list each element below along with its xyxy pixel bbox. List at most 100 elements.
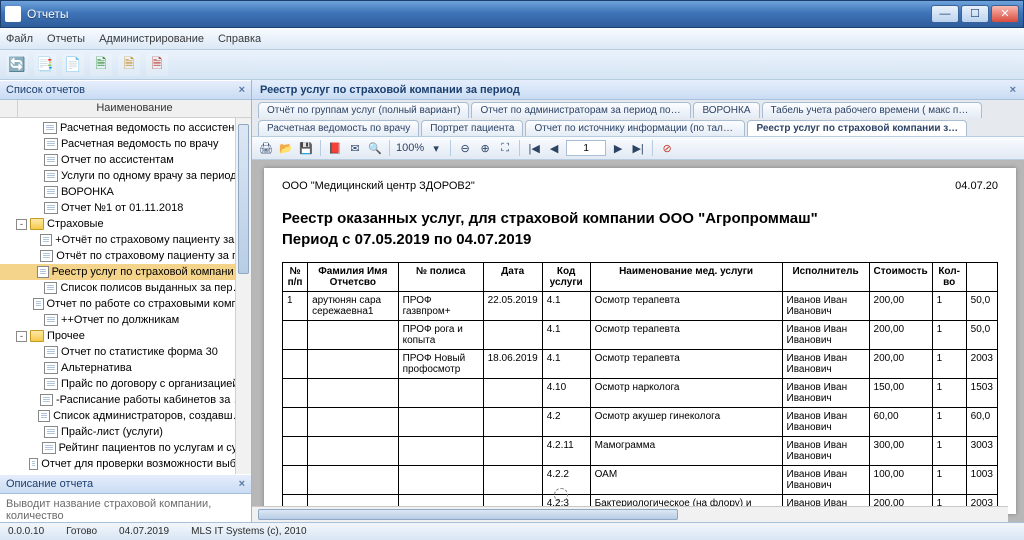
tree-node[interactable]: ++Отчет по должникам [0, 312, 251, 328]
menu-admin[interactable]: Администрирование [99, 33, 204, 45]
refresh-icon[interactable]: 🔄 [6, 54, 28, 76]
expand-icon [27, 235, 37, 246]
save-icon[interactable]: 💾 [298, 140, 314, 156]
menu-help[interactable]: Справка [218, 33, 261, 45]
tree-node[interactable]: Отчет по ассистентам [0, 152, 251, 168]
close-button[interactable]: ✕ [991, 5, 1019, 23]
document-icon [44, 186, 58, 198]
tree-node-label: Страховые [47, 218, 104, 230]
report-tree[interactable]: Расчетная ведомость по ассистентам Расчет… [0, 118, 251, 474]
zoom-in-icon[interactable]: ⊕ [477, 140, 493, 156]
tree-node[interactable]: - Страховые [0, 216, 251, 232]
tree-node-label: Отчет №1 от 01.11.2018 [61, 202, 183, 214]
zoom-dropdown-icon[interactable]: ▾ [428, 140, 444, 156]
print-icon[interactable]: 🖨 [258, 140, 274, 156]
table-row: 4.2.2ОАМИванов Иван Иванович100,0011003 [283, 466, 998, 495]
tree-node[interactable]: Реестр услуг по страховой компании за пе… [0, 264, 251, 280]
menu-file[interactable]: Файл [6, 33, 33, 45]
tree-col-name[interactable]: Наименование [18, 100, 251, 117]
prev-page-icon[interactable]: ◀ [546, 140, 562, 156]
table-cell [308, 350, 398, 379]
last-page-icon[interactable]: ▶| [630, 140, 646, 156]
expand-icon [22, 299, 30, 310]
tree-node[interactable]: +Отчёт по страховому пациенту за период [0, 232, 251, 248]
table-cell [308, 437, 398, 466]
horizontal-scrollbar[interactable] [252, 506, 1008, 522]
minimize-button[interactable]: — [931, 5, 959, 23]
tree-node[interactable]: -Расписание работы кабинетов за период [0, 392, 251, 408]
tab[interactable]: Расчетная ведомость по врачу [258, 120, 419, 136]
table-cell: 4.1 [542, 350, 590, 379]
table-header: Код услуги [542, 263, 590, 292]
table-cell: 200,00 [869, 292, 932, 321]
tree-node[interactable]: ВОРОНКА [0, 184, 251, 200]
export-pdf-icon[interactable]: 📕 [327, 140, 343, 156]
tree-node[interactable]: -Прочее [0, 328, 251, 344]
tree-node[interactable]: Отчет по статистике форма 30 [0, 344, 251, 360]
page-input[interactable] [566, 140, 606, 156]
close-preview-icon[interactable]: ⊘ [659, 140, 675, 156]
expand-icon [30, 155, 41, 166]
document-icon [40, 234, 53, 246]
table-cell [283, 466, 308, 495]
sidebar-close-icon[interactable]: × [239, 80, 245, 100]
tree-node[interactable]: Прайс по договору с организацией [0, 376, 251, 392]
tree-scrollbar[interactable] [235, 118, 251, 474]
run-report-icon[interactable]: 📑 [34, 54, 56, 76]
edit-report-icon[interactable]: 🗎 [118, 54, 140, 76]
status-copyright: MLS IT Systems (c), 2010 [191, 526, 306, 537]
tree-node[interactable]: Отчёт по страховому пациенту за период [0, 248, 251, 264]
tree-node[interactable]: Список врачей учреждения [0, 472, 251, 474]
tree-node[interactable]: Расчетная ведомость по врачу [0, 136, 251, 152]
tab[interactable]: Реестр услуг по страховой компании за пе… [747, 120, 967, 136]
tab[interactable]: Отчёт по группам услуг (полный вариант) [258, 102, 469, 118]
menu-reports[interactable]: Отчеты [47, 33, 85, 45]
tree-node[interactable]: Отчет №1 от 01.11.2018 [0, 200, 251, 216]
tree-node-label: Рейтинг пациентов по услугам и сумме [59, 442, 249, 454]
mail-icon[interactable]: ✉ [347, 140, 363, 156]
expand-icon[interactable]: - [16, 331, 27, 342]
tree-node[interactable]: Прайс-лист (услуги) [0, 424, 251, 440]
tree-node-label: Список администраторов, создавших талоны [53, 410, 249, 422]
tab[interactable]: Отчет по источнику информации (по талона… [525, 120, 745, 136]
document-close-icon[interactable]: × [1010, 80, 1016, 99]
tree-node[interactable]: Расчетная ведомость по ассистентам [0, 120, 251, 136]
tree-node[interactable]: Отчет для проверки возможности выбора ис… [0, 456, 251, 472]
next-page-icon[interactable]: ▶ [610, 140, 626, 156]
tree-node[interactable]: Услуги по одному врачу за период [0, 168, 251, 184]
tree-node[interactable]: Отчет по работе со страховыми компаниями… [0, 296, 251, 312]
tree-node[interactable]: Рейтинг пациентов по услугам и сумме [0, 440, 251, 456]
fullscreen-icon[interactable]: ⛶ [497, 140, 513, 156]
table-cell: 18.06.2019 [483, 350, 542, 379]
tree-node-label: Альтернатива [61, 362, 132, 374]
status-version: 0.0.0.10 [8, 526, 44, 537]
table-cell: 4.1 [542, 292, 590, 321]
expand-icon [30, 347, 41, 358]
zoom-out-icon[interactable]: ⊖ [457, 140, 473, 156]
tree-node[interactable]: Альтернатива [0, 360, 251, 376]
expand-icon [30, 283, 41, 294]
table-cell: 22.05.2019 [483, 292, 542, 321]
table-cell: 200,00 [869, 321, 932, 350]
tree-node[interactable]: Список администраторов, создавших талоны [0, 408, 251, 424]
tree-node-label: Расчетная ведомость по врачу [61, 138, 219, 150]
add-group-icon[interactable]: 📄 [62, 54, 84, 76]
tab[interactable]: Отчет по администраторам за период по дн… [471, 102, 691, 118]
expand-icon[interactable]: - [16, 219, 27, 230]
document-icon [44, 378, 58, 390]
tree-node[interactable]: Список полисов выданных за период [0, 280, 251, 296]
folder-icon [30, 218, 44, 230]
delete-report-icon[interactable]: 🗎 [146, 54, 168, 76]
tab[interactable]: ВОРОНКА [693, 102, 759, 118]
maximize-button[interactable]: ☐ [961, 5, 989, 23]
desc-close-icon[interactable]: × [239, 474, 245, 494]
tab[interactable]: Портрет пациента [421, 120, 523, 136]
first-page-icon[interactable]: |◀ [526, 140, 542, 156]
report-paper: ООО "Медицинский центр ЗДОРОВ2" 04.07.20… [264, 168, 1016, 514]
add-report-icon[interactable]: 🗎 [90, 54, 112, 76]
document-icon [40, 250, 53, 262]
open-icon[interactable]: 📂 [278, 140, 294, 156]
find-icon[interactable]: 🔍 [367, 140, 383, 156]
tab[interactable]: Табель учета рабочего времени ( макс пер… [762, 102, 982, 118]
table-cell [308, 466, 398, 495]
